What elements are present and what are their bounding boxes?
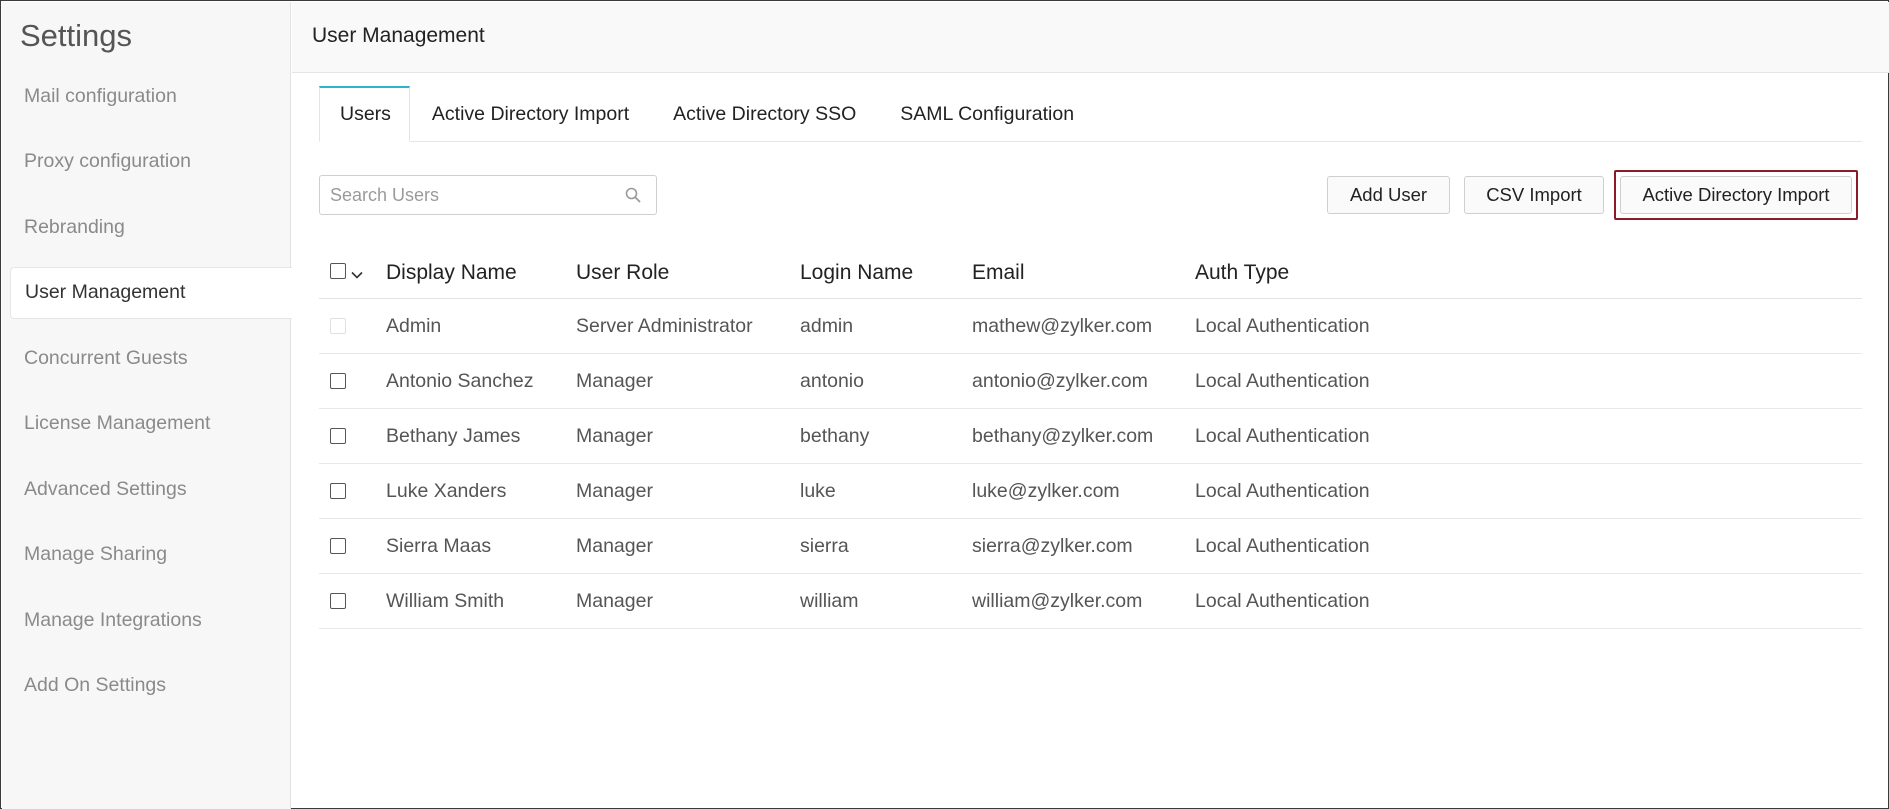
csv-import-button[interactable]: CSV Import <box>1464 176 1604 214</box>
users-table: Display Name User Role Login Name Email … <box>319 247 1862 629</box>
tab-active-directory-sso[interactable]: Active Directory SSO <box>651 86 878 142</box>
sidebar-item-manage-sharing[interactable]: Manage Sharing <box>2 529 291 581</box>
table-row[interactable]: Luke Xanders Manager luke luke@zylker.co… <box>319 464 1862 519</box>
app-window: Settings Mail configuration Proxy config… <box>0 0 1889 809</box>
cell-user-role: Server Administrator <box>576 314 753 337</box>
sidebar-item-label: Manage Integrations <box>24 608 202 631</box>
table-row[interactable]: William Smith Manager william william@zy… <box>319 574 1862 629</box>
sidebar-item-label: License Management <box>24 412 211 434</box>
cell-user-role: Manager <box>576 424 653 447</box>
cell-display-name: Antonio Sanchez <box>386 369 534 392</box>
row-checkbox-cell <box>330 535 346 558</box>
cell-user-role: Manager <box>576 479 653 502</box>
tab-users[interactable]: Users <box>319 86 410 142</box>
sidebar-item-proxy-configuration[interactable]: Proxy configuration <box>2 136 291 188</box>
add-user-button[interactable]: Add User <box>1327 176 1450 214</box>
row-checkbox-cell <box>330 480 346 503</box>
sidebar-item-label: Mail configuration <box>24 84 177 107</box>
table-row[interactable]: Bethany James Manager bethany bethany@zy… <box>319 409 1862 464</box>
sidebar-item-concurrent-guests[interactable]: Concurrent Guests <box>2 332 291 384</box>
cell-email: luke@zylker.com <box>972 479 1120 502</box>
row-checkbox-cell <box>330 370 346 393</box>
row-checkbox-cell <box>330 590 346 613</box>
row-checkbox-cell <box>330 315 346 338</box>
cell-display-name: Bethany James <box>386 424 521 447</box>
sidebar-item-add-on-settings[interactable]: Add On Settings <box>2 660 291 712</box>
cell-display-name: William Smith <box>386 589 505 612</box>
row-checkbox <box>330 318 346 335</box>
column-header-display-name[interactable]: Display Name <box>386 261 517 285</box>
sidebar-item-manage-integrations[interactable]: Manage Integrations <box>2 594 291 646</box>
cell-display-name: Admin <box>386 314 442 337</box>
sidebar-item-license-management[interactable]: License Management <box>2 398 291 450</box>
column-header-email[interactable]: Email <box>972 261 1025 285</box>
search-icon[interactable] <box>624 186 642 204</box>
table-row[interactable]: Sierra Maas Manager sierra sierra@zylker… <box>319 519 1862 574</box>
tab-saml-configuration[interactable]: SAML Configuration <box>878 86 1096 142</box>
select-all <box>330 263 364 279</box>
table-header-row: Display Name User Role Login Name Email … <box>319 247 1862 299</box>
chevron-down-icon[interactable] <box>350 264 364 279</box>
sidebar-item-rebranding[interactable]: Rebranding <box>2 201 291 253</box>
cell-email: sierra@zylker.com <box>972 534 1133 557</box>
sidebar-item-label: Add On Settings <box>24 674 167 696</box>
sidebar-title: Settings <box>20 18 133 53</box>
cell-display-name: Sierra Maas <box>386 534 492 557</box>
sidebar-item-label: User Management <box>25 281 186 303</box>
sidebar-item-mail-configuration[interactable]: Mail configuration <box>2 70 291 122</box>
cell-email: bethany@zylker.com <box>972 424 1154 447</box>
sidebar-item-label: Concurrent Guests <box>24 346 188 369</box>
page-title: User Management <box>312 24 485 47</box>
cell-display-name: Luke Xanders <box>386 479 507 502</box>
cell-auth-type: Local Authentication <box>1195 314 1370 337</box>
active-directory-import-button[interactable]: Active Directory Import <box>1620 176 1852 214</box>
tab-active-directory-import[interactable]: Active Directory Import <box>410 86 651 142</box>
cell-user-role: Manager <box>576 534 653 557</box>
cell-auth-type: Local Authentication <box>1195 479 1370 502</box>
sidebar: Settings Mail configuration Proxy config… <box>2 2 292 809</box>
cell-auth-type: Local Authentication <box>1195 534 1370 557</box>
table-row[interactable]: Admin Server Administrator admin mathew@… <box>319 299 1862 354</box>
cell-login-name: sierra <box>800 534 849 557</box>
row-checkbox[interactable] <box>330 483 346 500</box>
sidebar-item-user-management[interactable]: User Management <box>10 266 292 319</box>
sidebar-item-label: Rebranding <box>24 215 125 238</box>
cell-auth-type: Local Authentication <box>1195 589 1370 612</box>
tab-bar: Users Active Directory Import Active Dir… <box>319 86 1862 142</box>
cell-auth-type: Local Authentication <box>1195 369 1370 392</box>
search-box <box>319 175 657 215</box>
row-checkbox[interactable] <box>330 428 346 445</box>
table-row[interactable]: Antonio Sanchez Manager antonio antonio@… <box>319 354 1862 409</box>
column-header-auth-type[interactable]: Auth Type <box>1195 261 1289 285</box>
cell-login-name: admin <box>800 314 854 337</box>
cell-login-name: luke <box>800 479 836 502</box>
sidebar-item-label: Advanced Settings <box>24 477 187 500</box>
row-checkbox[interactable] <box>330 538 346 555</box>
cell-login-name: william <box>800 589 859 612</box>
cell-email: mathew@zylker.com <box>972 314 1153 337</box>
cell-auth-type: Local Authentication <box>1195 424 1370 447</box>
active-directory-import-highlight: Active Directory Import <box>1614 170 1858 220</box>
cell-login-name: antonio <box>800 369 864 392</box>
select-all-checkbox[interactable] <box>330 263 346 279</box>
cell-user-role: Manager <box>576 369 653 392</box>
cell-user-role: Manager <box>576 589 653 612</box>
cell-email: william@zylker.com <box>972 589 1143 612</box>
page-header: User Management <box>292 2 1889 73</box>
sidebar-item-advanced-settings[interactable]: Advanced Settings <box>2 463 291 515</box>
cell-login-name: bethany <box>800 424 870 447</box>
sidebar-item-label: Proxy configuration <box>24 150 191 172</box>
sidebar-item-label: Manage Sharing <box>24 543 168 565</box>
row-checkbox[interactable] <box>330 373 346 390</box>
row-checkbox[interactable] <box>330 593 346 610</box>
column-header-login-name[interactable]: Login Name <box>800 261 913 285</box>
main-content: User Management Users Active Directory I… <box>292 2 1889 809</box>
sidebar-nav: Mail configuration Proxy configuration R… <box>2 70 292 725</box>
column-header-user-role[interactable]: User Role <box>576 261 669 285</box>
cell-email: antonio@zylker.com <box>972 369 1148 392</box>
search-input[interactable] <box>320 176 620 214</box>
row-checkbox-cell <box>330 425 346 448</box>
